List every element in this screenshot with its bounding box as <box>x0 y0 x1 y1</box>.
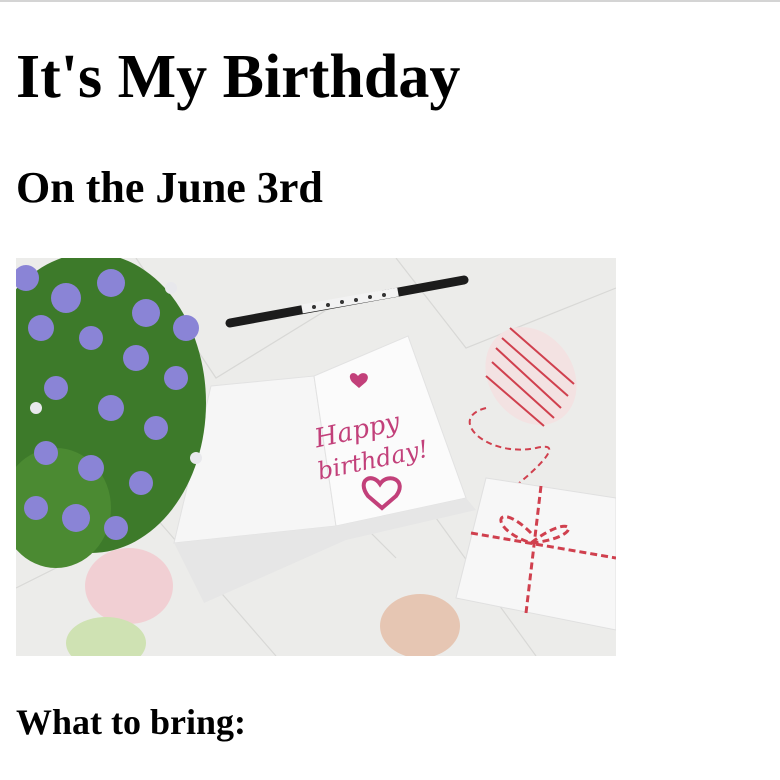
birthday-photo-illustration: Happy birthday! <box>16 258 616 656</box>
macaron-beige <box>380 594 460 656</box>
birthday-photo: Happy birthday! <box>16 258 616 656</box>
page-subtitle: On the June 3rd <box>16 163 323 212</box>
page-title: It's My Birthday <box>16 43 461 111</box>
macaron-pink <box>85 548 173 624</box>
what-to-bring-heading: What to bring: <box>16 702 247 742</box>
browser-top-border <box>0 0 780 2</box>
